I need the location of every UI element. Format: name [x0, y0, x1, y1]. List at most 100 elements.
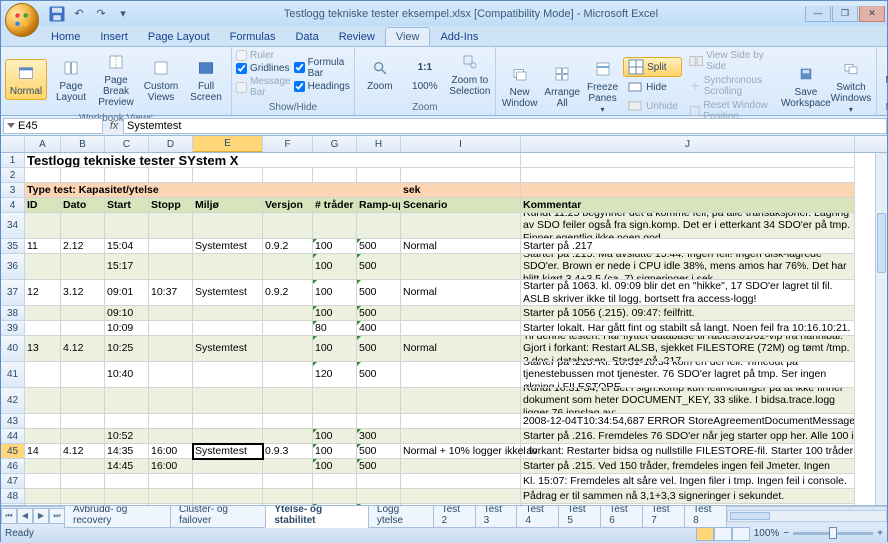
cell[interactable] [263, 321, 313, 336]
cell[interactable]: 11 [25, 239, 61, 254]
column-header-B[interactable]: B [61, 136, 105, 152]
cell[interactable]: 80 [313, 321, 357, 336]
ribbon-tab-insert[interactable]: Insert [90, 28, 138, 46]
cell[interactable]: Starter på .215. Må avslutte 15:44. Inge… [521, 254, 855, 280]
cell[interactable]: Pådrag er til sammen nå 3,1+3,3 signerin… [521, 489, 855, 504]
sheet-tab[interactable]: Test 7 [642, 503, 685, 528]
freeze-panes-button[interactable]: Freeze Panes [585, 56, 620, 117]
cell[interactable] [313, 474, 357, 489]
ribbon-tab-formulas[interactable]: Formulas [220, 28, 286, 46]
column-header-A[interactable]: A [25, 136, 61, 152]
save-icon[interactable] [47, 4, 67, 24]
cell[interactable]: 100 [313, 306, 357, 321]
row-header[interactable]: 2 [1, 168, 25, 183]
cell[interactable]: 12 [25, 280, 61, 306]
zoom-button[interactable]: Zoom [359, 55, 401, 94]
cell[interactable]: Rundt 10:31-34, er det i sign.komp kun f… [521, 388, 855, 414]
cell[interactable] [61, 388, 105, 414]
vertical-scrollbar[interactable] [875, 153, 887, 505]
cell[interactable] [193, 414, 263, 429]
cell[interactable] [61, 213, 105, 239]
cell[interactable]: Starter på .217 [521, 239, 855, 254]
cell[interactable] [401, 474, 521, 489]
cell[interactable]: 10:09 [105, 321, 149, 336]
cell[interactable] [149, 336, 193, 362]
cell[interactable] [25, 306, 61, 321]
cell[interactable]: Normal [401, 280, 521, 306]
cell[interactable] [25, 321, 61, 336]
cell[interactable] [105, 474, 149, 489]
arrange-all-button[interactable]: Arrange All [542, 61, 582, 111]
cell[interactable]: 0.9.2 [263, 239, 313, 254]
cell[interactable] [401, 504, 521, 505]
cell[interactable] [193, 213, 263, 239]
cell[interactable] [521, 168, 855, 183]
cell[interactable] [25, 414, 61, 429]
cell[interactable] [149, 362, 193, 388]
row-header[interactable]: 40 [1, 336, 25, 362]
cell[interactable]: I forkant: Restarter bidsa og nullstille… [521, 444, 855, 459]
cell[interactable]: 2008-12-04T10:34:54,687 ERROR StoreAgree… [521, 414, 855, 429]
sheet-tab[interactable]: Test 3 [475, 503, 518, 528]
cell[interactable] [149, 321, 193, 336]
cell[interactable]: 500 [357, 336, 401, 362]
cell[interactable] [357, 388, 401, 414]
cell[interactable]: 10:37 [149, 280, 193, 306]
column-header-E[interactable]: E [193, 136, 263, 152]
cell[interactable]: Kommentar [521, 198, 855, 213]
cell[interactable]: Til denne testen: Har flyttet database t… [521, 336, 855, 362]
column-header-D[interactable]: D [149, 136, 193, 152]
cell[interactable]: Systemtest [193, 239, 263, 254]
cell[interactable]: 15:17 [105, 254, 149, 280]
cell[interactable] [149, 306, 193, 321]
cell[interactable] [401, 388, 521, 414]
cell[interactable] [25, 459, 61, 474]
cell[interactable] [313, 213, 357, 239]
row-header[interactable]: 1 [1, 153, 25, 168]
ribbon-tab-page-layout[interactable]: Page Layout [138, 28, 220, 46]
cell[interactable] [61, 504, 105, 505]
row-header[interactable]: 48 [1, 489, 25, 504]
switch-windows-button[interactable]: Switch Windows [830, 56, 872, 117]
cell[interactable] [263, 306, 313, 321]
cell[interactable]: 500 [357, 362, 401, 388]
cell[interactable]: 14:35 [105, 444, 149, 459]
cell[interactable] [263, 474, 313, 489]
macros-button[interactable]: Macros [881, 49, 888, 99]
cell[interactable] [313, 388, 357, 414]
cell[interactable]: Dato [61, 198, 105, 213]
cell[interactable] [61, 168, 105, 183]
cell[interactable] [61, 306, 105, 321]
minimize-button[interactable]: — [805, 6, 831, 22]
formulabar-checkbox[interactable]: Formula Bar [294, 57, 350, 79]
cell[interactable] [263, 504, 313, 505]
cell[interactable]: 500 [357, 444, 401, 459]
cell[interactable]: 80 [313, 504, 357, 505]
cell[interactable] [25, 168, 61, 183]
cell[interactable]: Normal [401, 336, 521, 362]
formula-field[interactable]: Systemtest [123, 118, 887, 134]
cell[interactable]: 15:10 [105, 504, 149, 505]
cell[interactable]: Starter på 1056 (.215). 09:47: feilfritt… [521, 306, 855, 321]
ribbon-tab-review[interactable]: Review [329, 28, 385, 46]
row-header[interactable]: 42 [1, 388, 25, 414]
cell[interactable] [401, 153, 521, 168]
cell[interactable]: Systemtest [193, 444, 263, 459]
view-mode-break[interactable] [732, 527, 750, 541]
cell[interactable] [193, 388, 263, 414]
cell[interactable] [313, 489, 357, 504]
cell[interactable]: 0.9.2 [263, 280, 313, 306]
sheet-tab[interactable]: Test 5 [558, 503, 601, 528]
row-header[interactable]: 39 [1, 321, 25, 336]
cell[interactable]: sek [401, 183, 521, 198]
cell[interactable] [149, 213, 193, 239]
cell[interactable] [25, 254, 61, 280]
cell[interactable]: 4.12 [61, 444, 105, 459]
save-workspace-button[interactable]: Save Workspace [785, 61, 827, 111]
cell[interactable]: 2.12 [61, 239, 105, 254]
row-header[interactable]: 43 [1, 414, 25, 429]
cell[interactable]: 500 [357, 459, 401, 474]
row-header[interactable]: 44 [1, 429, 25, 444]
qat-more-icon[interactable]: ▾ [113, 4, 133, 24]
cell[interactable]: 4.12 [61, 336, 105, 362]
